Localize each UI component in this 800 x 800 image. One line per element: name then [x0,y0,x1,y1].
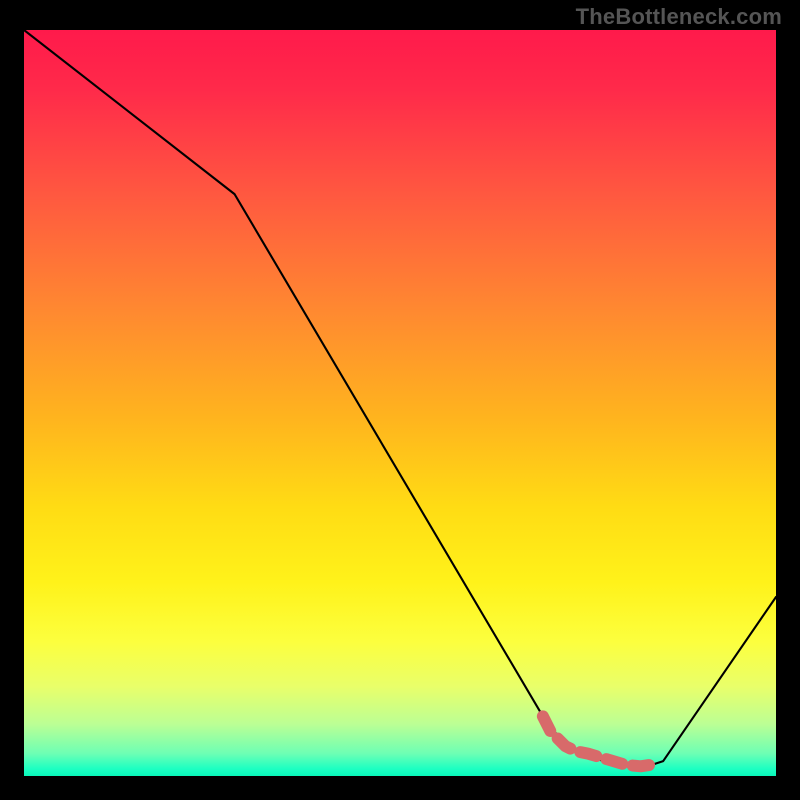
chart-svg [24,30,776,776]
watermark-text: TheBottleneck.com [576,4,782,30]
marker-segment [543,716,656,766]
chart-frame: TheBottleneck.com [0,0,800,800]
curve-line [24,30,776,769]
plot-area [24,30,776,776]
